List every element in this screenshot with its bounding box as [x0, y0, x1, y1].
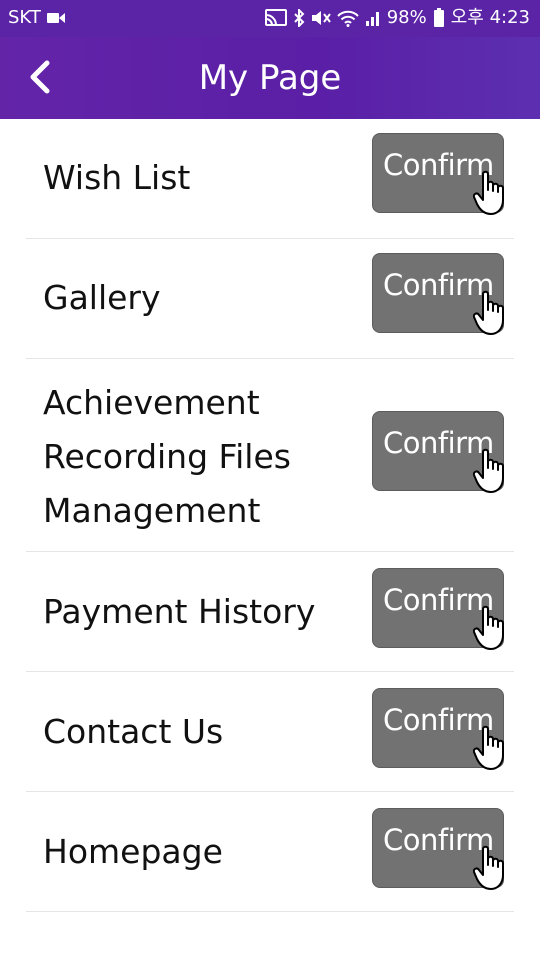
list-item-contact-us: Contact Us Confirm	[0, 672, 540, 792]
pointing-hand-icon	[473, 725, 504, 770]
pointing-hand-icon	[473, 448, 504, 493]
cast-icon	[264, 9, 287, 27]
back-button[interactable]	[20, 55, 60, 99]
list-item-achievement-recording-files: Achievement Recording Files Management C…	[0, 359, 540, 552]
pointing-hand-icon	[473, 845, 504, 890]
item-label: Wish List	[43, 158, 191, 197]
item-label: Payment History	[43, 592, 316, 631]
bluetooth-icon	[293, 9, 305, 27]
signal-icon	[365, 9, 381, 27]
battery-percent: 98%	[386, 7, 427, 28]
status-left: SKT	[8, 7, 65, 29]
confirm-button[interactable]: Confirm	[372, 808, 504, 890]
status-bar: SKT 98% 오후 4:23	[0, 0, 540, 37]
item-label: Homepage	[43, 832, 223, 871]
pointing-hand-icon	[473, 290, 504, 335]
item-label: Achievement Recording Files Management	[43, 383, 291, 530]
confirm-button[interactable]: Confirm	[372, 133, 504, 215]
carrier-name: SKT	[8, 7, 41, 28]
video-camera-icon	[46, 12, 65, 24]
confirm-button[interactable]: Confirm	[372, 411, 504, 493]
clock-time: 오후 4:23	[450, 7, 530, 28]
confirm-button[interactable]: Confirm	[372, 568, 504, 650]
app-header: My Page	[0, 37, 540, 119]
mute-icon	[311, 9, 331, 27]
menu-list: Wish List Confirm Gallery Confirm Achiev…	[0, 119, 540, 912]
item-label: Gallery	[43, 278, 161, 317]
pointing-hand-icon	[473, 605, 504, 650]
wifi-icon	[337, 9, 359, 27]
list-item-homepage: Homepage Confirm	[0, 792, 540, 912]
list-item-wish-list: Wish List Confirm	[0, 119, 540, 239]
confirm-button[interactable]: Confirm	[372, 253, 504, 335]
page-title: My Page	[198, 58, 342, 98]
status-right: 98% 오후 4:23	[264, 7, 530, 29]
item-label: Contact Us	[43, 712, 224, 751]
list-item-gallery: Gallery Confirm	[0, 239, 540, 359]
battery-icon	[433, 8, 445, 28]
pointing-hand-icon	[473, 170, 504, 215]
back-arrow-icon	[30, 60, 50, 94]
confirm-button[interactable]: Confirm	[372, 688, 504, 770]
list-item-payment-history: Payment History Confirm	[0, 552, 540, 672]
